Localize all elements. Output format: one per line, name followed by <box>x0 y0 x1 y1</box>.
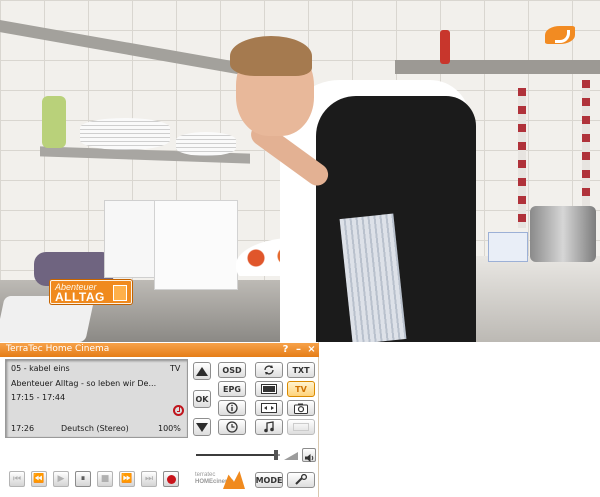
pause-button[interactable]: ⏸ <box>75 471 91 487</box>
skip-back-button[interactable]: ⏮ <box>9 471 25 487</box>
music-note-icon <box>264 421 274 433</box>
channel-up-button[interactable] <box>193 362 211 380</box>
plate-stack <box>80 118 170 150</box>
minimize-button[interactable]: – <box>293 344 304 355</box>
volume-fill <box>196 454 276 456</box>
record-icon <box>166 474 176 484</box>
record-button[interactable] <box>163 471 179 487</box>
channel-name: 05 - kabel eins <box>11 364 70 373</box>
info-display: 05 - kabel eins TV Abenteuer Alltag - so… <box>5 359 188 438</box>
snapshot-button[interactable] <box>287 400 315 416</box>
bottle <box>42 96 66 148</box>
play-button[interactable]: ▶ <box>53 471 69 487</box>
teletext-button[interactable]: TXT <box>287 362 315 378</box>
fast-forward-icon: ⏩ <box>121 473 133 484</box>
bottle <box>440 30 450 64</box>
stop-icon: ■ <box>100 473 110 484</box>
skip-back-icon: ⏮ <box>12 473 22 484</box>
current-time: 17:26 <box>11 424 35 433</box>
camera-icon <box>294 403 308 414</box>
program-time: 17:15 - 17:44 <box>11 393 66 402</box>
settings-button[interactable] <box>287 472 315 488</box>
aspect-button[interactable] <box>255 400 283 416</box>
play-icon: ▶ <box>57 473 65 484</box>
box <box>488 232 528 262</box>
channel-down-button[interactable] <box>193 418 211 436</box>
shelf <box>395 60 600 74</box>
brand-line1: terratec <box>195 472 216 478</box>
close-button[interactable]: × <box>306 344 317 355</box>
rewind-icon: ⏪ <box>33 473 45 484</box>
stop-button[interactable]: ■ <box>97 471 113 487</box>
channel-logo <box>545 26 575 44</box>
audio-button[interactable] <box>255 419 283 435</box>
audio-track: Deutsch (Stereo) <box>61 424 129 433</box>
volume-slider[interactable] <box>196 450 280 460</box>
title-bar[interactable]: TerraTec Home Cinema ? – × <box>0 343 319 357</box>
rewind-button[interactable]: ⏪ <box>31 471 47 487</box>
terratec-logo: terratec HOMEcinema <box>195 471 247 489</box>
help-button[interactable]: ? <box>280 344 291 355</box>
screen-icon <box>261 384 277 394</box>
speaker-icon <box>305 454 314 462</box>
show-logo: Abenteuer ALLTAG <box>50 280 132 304</box>
program-title: Abenteuer Alltag - so leben wir De... <box>11 379 157 388</box>
chef-hair <box>230 36 312 76</box>
clock-icon <box>226 421 238 433</box>
volume-ramp-icon <box>284 452 298 460</box>
container <box>154 200 238 290</box>
osd-button[interactable]: OSD <box>218 362 246 378</box>
ok-button[interactable]: OK <box>193 390 211 408</box>
record-timer-icon[interactable] <box>173 405 184 416</box>
disabled-button[interactable] <box>287 419 315 435</box>
volume-thumb[interactable] <box>273 450 278 460</box>
container <box>104 200 160 278</box>
volume-readout: 100% <box>158 424 181 433</box>
mute-button[interactable] <box>302 448 316 462</box>
epg-button[interactable]: EPG <box>218 381 246 397</box>
fast-forward-button[interactable]: ⏩ <box>119 471 135 487</box>
refresh-button[interactable] <box>255 362 283 378</box>
blank-icon <box>293 423 309 431</box>
ticket-rail <box>518 88 526 228</box>
video-frame[interactable]: Abenteuer ALLTAG <box>0 0 600 342</box>
fullscreen-button[interactable] <box>255 381 283 397</box>
skip-forward-button[interactable]: ⏭ <box>141 471 157 487</box>
arrow-up-icon <box>196 366 208 376</box>
info-icon <box>226 402 238 414</box>
mixers <box>530 206 596 262</box>
arrow-down-icon <box>196 422 208 432</box>
plate-stack <box>176 132 236 156</box>
player-window: TerraTec Home Cinema ? – × 05 - kabel ei… <box>0 342 319 497</box>
aspect-icon <box>261 403 277 413</box>
house-icon <box>113 285 127 301</box>
mode-indicator: TV <box>170 364 181 373</box>
info-button[interactable] <box>218 400 246 416</box>
wrench-icon <box>295 474 308 485</box>
window-title: TerraTec Home Cinema <box>6 344 110 354</box>
skip-forward-icon: ⏭ <box>144 473 154 484</box>
refresh-icon <box>264 365 274 375</box>
mode-button[interactable]: MODE <box>255 472 283 488</box>
pause-icon: ⏸ <box>80 473 86 484</box>
timer-button[interactable] <box>218 419 246 435</box>
show-logo-line2: ALLTAG <box>55 290 105 304</box>
counter <box>466 256 600 342</box>
tv-button[interactable]: TV <box>287 381 315 397</box>
